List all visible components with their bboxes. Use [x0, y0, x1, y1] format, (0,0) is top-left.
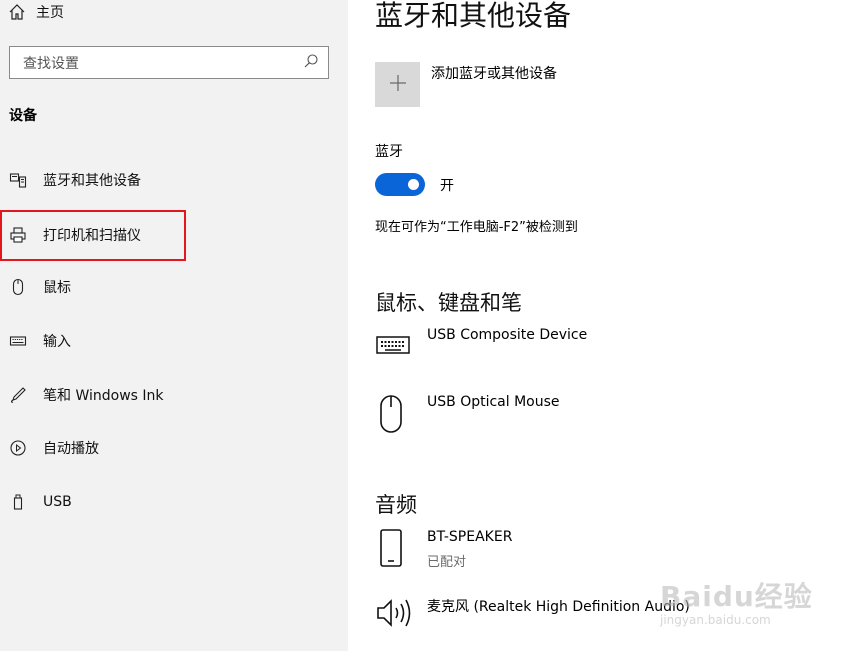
search-placeholder: 查找设置	[23, 55, 79, 72]
sidebar-item-label: 鼠标	[43, 280, 71, 296]
autoplay-icon	[9, 439, 27, 457]
sidebar-item-mouse[interactable]: 鼠标	[0, 267, 348, 307]
sidebar-item-pen[interactable]: 笔和 Windows Ink	[0, 375, 348, 415]
discoverable-text: 现在可作为“工作电脑-F2”被检测到	[375, 220, 578, 235]
highlight-box	[0, 210, 186, 261]
usb-icon	[9, 493, 27, 511]
section-title-audio: 音频	[375, 493, 417, 517]
sidebar-item-label: 笔和 Windows Ink	[43, 388, 164, 404]
device-name[interactable]: 麦克风 (Realtek High Definition Audio)	[427, 596, 690, 616]
home-label: 主页	[36, 5, 64, 21]
bluetooth-toggle[interactable]	[375, 173, 425, 196]
sidebar-item-usb[interactable]: USB	[0, 482, 348, 522]
device-name[interactable]: USB Optical Mouse	[427, 394, 560, 410]
keyboard-icon	[9, 332, 27, 350]
sidebar-item-label: 蓝牙和其他设备	[43, 173, 141, 189]
mouse-icon	[9, 278, 27, 296]
toggle-knob	[408, 179, 419, 190]
sidebar-item-autoplay[interactable]: 自动播放	[0, 428, 348, 468]
pen-icon	[9, 386, 27, 404]
home-link[interactable]: 主页	[8, 0, 64, 24]
main-content: 蓝牙和其他设备 添加蓝牙或其他设备 蓝牙 开 现在可作为“工作电脑-F2”被检测…	[348, 0, 867, 651]
add-device-label[interactable]: 添加蓝牙或其他设备	[431, 63, 557, 83]
sidebar-item-bluetooth[interactable]: 蓝牙和其他设备	[0, 160, 348, 200]
bluetooth-label: 蓝牙	[375, 144, 403, 160]
sidebar-item-label: 输入	[43, 334, 71, 350]
sidebar-item-typing[interactable]: 输入	[0, 321, 348, 361]
bluetooth-devices-icon	[9, 171, 27, 189]
search-input[interactable]: 查找设置	[9, 46, 329, 79]
section-title: 设备	[9, 108, 37, 124]
device-status: 已配对	[427, 555, 467, 570]
sidebar-item-label: 自动播放	[43, 441, 99, 457]
mouse-icon	[375, 393, 407, 435]
volume-icon	[375, 596, 415, 630]
home-icon	[8, 3, 26, 21]
bluetooth-state: 开	[440, 178, 454, 194]
device-name[interactable]: BT-SPEAKER	[427, 529, 512, 545]
page-title: 蓝牙和其他设备	[375, 0, 572, 32]
search-icon	[303, 53, 319, 73]
speaker-device-icon	[375, 527, 407, 569]
section-title-input: 鼠标、键盘和笔	[375, 291, 522, 315]
sidebar-item-label: USB	[43, 494, 72, 510]
sidebar: 主页 查找设置 设备 蓝牙和其他设备 打印机和扫描仪 鼠标 输入 笔和 Wind…	[0, 0, 348, 651]
device-name[interactable]: USB Composite Device	[427, 327, 587, 343]
add-device-button[interactable]	[375, 62, 420, 107]
plus-icon	[388, 73, 408, 97]
keyboard-icon	[375, 333, 411, 357]
